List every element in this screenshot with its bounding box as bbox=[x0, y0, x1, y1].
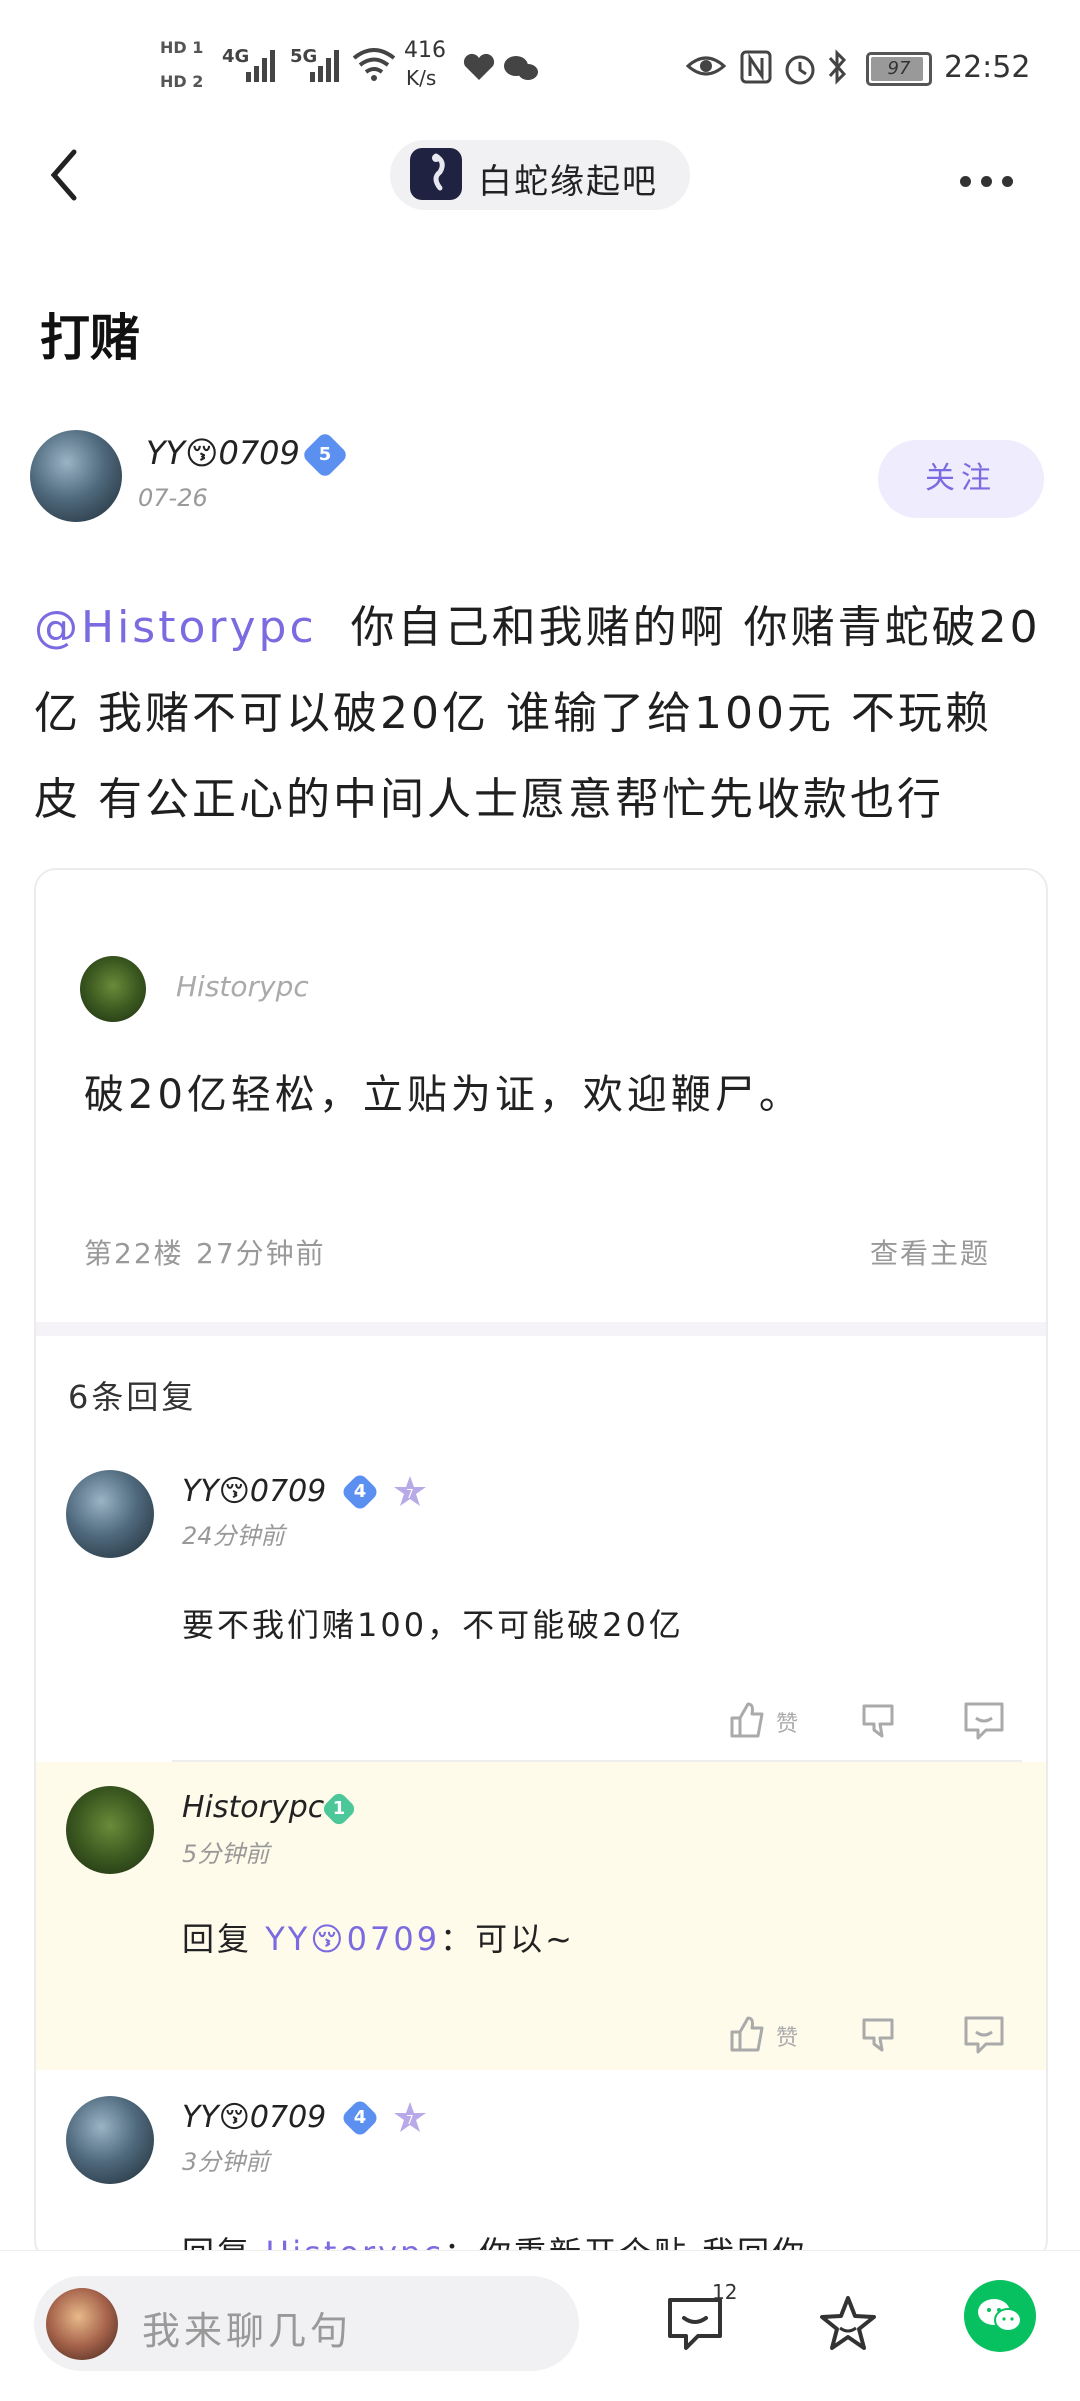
reply-prefix: 回复 bbox=[182, 1920, 253, 1958]
post-body-line-3: 皮 有公正心的中间人士愿意帮忙先收款也行 bbox=[34, 774, 944, 825]
post-body: @Historypc 你自己和我赌的啊 你赌青蛇破20 亿 我赌不可以破20亿 … bbox=[34, 585, 1054, 843]
comment-count: 12 bbox=[712, 2280, 738, 2304]
star-icon bbox=[820, 2296, 876, 2350]
dislike-button[interactable] bbox=[860, 1700, 900, 1744]
nfc-icon bbox=[740, 50, 772, 88]
wifi-icon bbox=[352, 46, 396, 86]
quote-floor: 第22楼 bbox=[84, 1237, 184, 1270]
status-bar: HD 1 HD 2 4G 5G 416 K/s 97 22:52 bbox=[0, 0, 1080, 120]
quoted-comment-card: Historypc 破20亿轻松，立贴为证，欢迎鞭尸。 第22楼 27分钟前 查… bbox=[34, 868, 1048, 2262]
level-badge-icon: 5 bbox=[300, 430, 350, 480]
reply-author[interactable]: YY😚0709 bbox=[182, 1474, 326, 1509]
signal1-icon bbox=[244, 44, 280, 88]
star-badge-value: 7 bbox=[406, 1487, 414, 1501]
forum-name[interactable]: 白蛇缘起吧 bbox=[478, 154, 658, 203]
bluetooth-icon bbox=[826, 48, 850, 90]
reply-author[interactable]: YY😚0709 bbox=[182, 2100, 326, 2135]
level-value: 4 bbox=[353, 1481, 367, 1502]
star-badge-value: 7 bbox=[406, 2113, 414, 2127]
dislike-button[interactable] bbox=[860, 2014, 900, 2058]
dot-icon bbox=[1002, 176, 1013, 187]
quote-time: 27分钟前 bbox=[196, 1237, 326, 1270]
battery-icon: 97 bbox=[866, 52, 932, 86]
back-button[interactable] bbox=[40, 140, 90, 210]
reply-time: 5分钟前 bbox=[182, 1840, 270, 1868]
my-avatar bbox=[46, 2288, 118, 2360]
level-badge-icon: 1 bbox=[320, 1790, 358, 1828]
heart-pulse-icon bbox=[462, 52, 496, 86]
comment-input-placeholder[interactable]: 我来聊几句 bbox=[142, 2300, 352, 2355]
like-button[interactable] bbox=[726, 2014, 766, 2058]
post-title: 打赌 bbox=[40, 309, 140, 367]
level-value: 4 bbox=[353, 2107, 367, 2128]
favorite-button[interactable] bbox=[816, 2292, 880, 2360]
battery-level: 97 bbox=[887, 58, 911, 79]
sim2-label: HD 2 bbox=[160, 72, 204, 91]
like-label: 赞 bbox=[776, 2026, 799, 2051]
more-options-button[interactable] bbox=[960, 172, 1023, 191]
clock: 22:52 bbox=[944, 50, 1031, 85]
reply-to-link[interactable]: YY😚0709 bbox=[265, 1920, 440, 1958]
reply-time: 24分钟前 bbox=[182, 1522, 285, 1550]
level-badge-icon: 4 bbox=[340, 1472, 380, 1512]
eye-icon bbox=[685, 52, 727, 84]
thumbs-down-icon bbox=[862, 2018, 894, 2052]
reply-body: ：可以~ bbox=[440, 1920, 575, 1958]
dot-icon bbox=[960, 176, 971, 187]
level-value: 5 bbox=[318, 444, 332, 465]
quote-text: 破20亿轻松，立贴为证，欢迎鞭尸。 bbox=[84, 1072, 803, 1118]
comment-button[interactable] bbox=[962, 2014, 1006, 2058]
divider bbox=[36, 1322, 1046, 1336]
wechat-status-icon bbox=[502, 52, 540, 88]
reply-item-highlighted: Historypc 1 5分钟前 回复 YY😚0709：可以~ 赞 bbox=[36, 1762, 1046, 2070]
thumbs-up-icon bbox=[730, 1702, 764, 1738]
reply-item: YY😚0709 4 7 3分钟前 回复 Historypc：你重新开个贴 我回你 bbox=[36, 2096, 1046, 2260]
reply-avatar[interactable] bbox=[66, 1786, 154, 1874]
post-body-line-2: 亿 我赌不可以破20亿 谁输了给100元 不玩赖 bbox=[34, 688, 992, 739]
author-avatar[interactable] bbox=[30, 430, 122, 522]
comment-icon bbox=[964, 1702, 1004, 1740]
reply-count: 6条回复 bbox=[68, 1378, 197, 1416]
share-wechat-button[interactable] bbox=[964, 2280, 1036, 2352]
reply-author[interactable]: Historypc bbox=[182, 1790, 324, 1825]
comment-icon bbox=[964, 2016, 1004, 2054]
reply-text: 要不我们赌100，不可能破20亿 bbox=[182, 1606, 684, 1644]
level-value: 1 bbox=[332, 1798, 346, 1819]
level-badge-icon: 4 bbox=[340, 2098, 380, 2138]
reply-avatar[interactable] bbox=[66, 2096, 154, 2184]
reply-text: 回复 YY😚0709：可以~ bbox=[182, 1914, 575, 1960]
post-body-line-1: @Historypc 你自己和我赌的啊 你赌青蛇破20 bbox=[34, 585, 1054, 671]
quote-author-name[interactable]: Historypc bbox=[176, 970, 309, 1003]
thumbs-down-icon bbox=[862, 1704, 894, 1738]
post-date: 07-26 bbox=[138, 484, 208, 512]
like-button[interactable] bbox=[726, 1700, 766, 1744]
thumbs-up-icon bbox=[730, 2016, 764, 2052]
wechat-icon bbox=[978, 2299, 1022, 2332]
reply-time: 3分钟前 bbox=[182, 2148, 270, 2176]
reply-avatar[interactable] bbox=[66, 1470, 154, 1558]
sim1-label: HD 1 bbox=[160, 38, 204, 57]
forum-logo-icon bbox=[410, 148, 462, 200]
author-name[interactable]: YY😚0709 bbox=[146, 434, 300, 472]
quote-author-avatar[interactable] bbox=[80, 956, 146, 1022]
mention-link[interactable]: @Historypc bbox=[34, 602, 317, 653]
like-label: 赞 bbox=[776, 1712, 799, 1737]
alarm-icon bbox=[782, 50, 818, 90]
star-badge-icon: 7 bbox=[392, 1474, 428, 1510]
view-topic-link[interactable]: 查看主题 bbox=[870, 1232, 990, 1272]
comment-button[interactable] bbox=[962, 1700, 1006, 1744]
reply-item: YY😚0709 4 7 24分钟前 要不我们赌100，不可能破20亿 赞 bbox=[36, 1470, 1046, 1770]
net-speed-value: 416 bbox=[404, 38, 446, 63]
net-speed-unit: K/s bbox=[406, 66, 437, 90]
star-badge-icon: 7 bbox=[392, 2100, 428, 2136]
follow-button[interactable]: 关注 bbox=[878, 440, 1044, 518]
signal2-icon bbox=[308, 44, 344, 88]
dot-icon bbox=[981, 176, 992, 187]
post-body-text-1: 你自己和我赌的啊 你赌青蛇破20 bbox=[350, 602, 1041, 653]
chevron-left-icon bbox=[50, 149, 77, 201]
